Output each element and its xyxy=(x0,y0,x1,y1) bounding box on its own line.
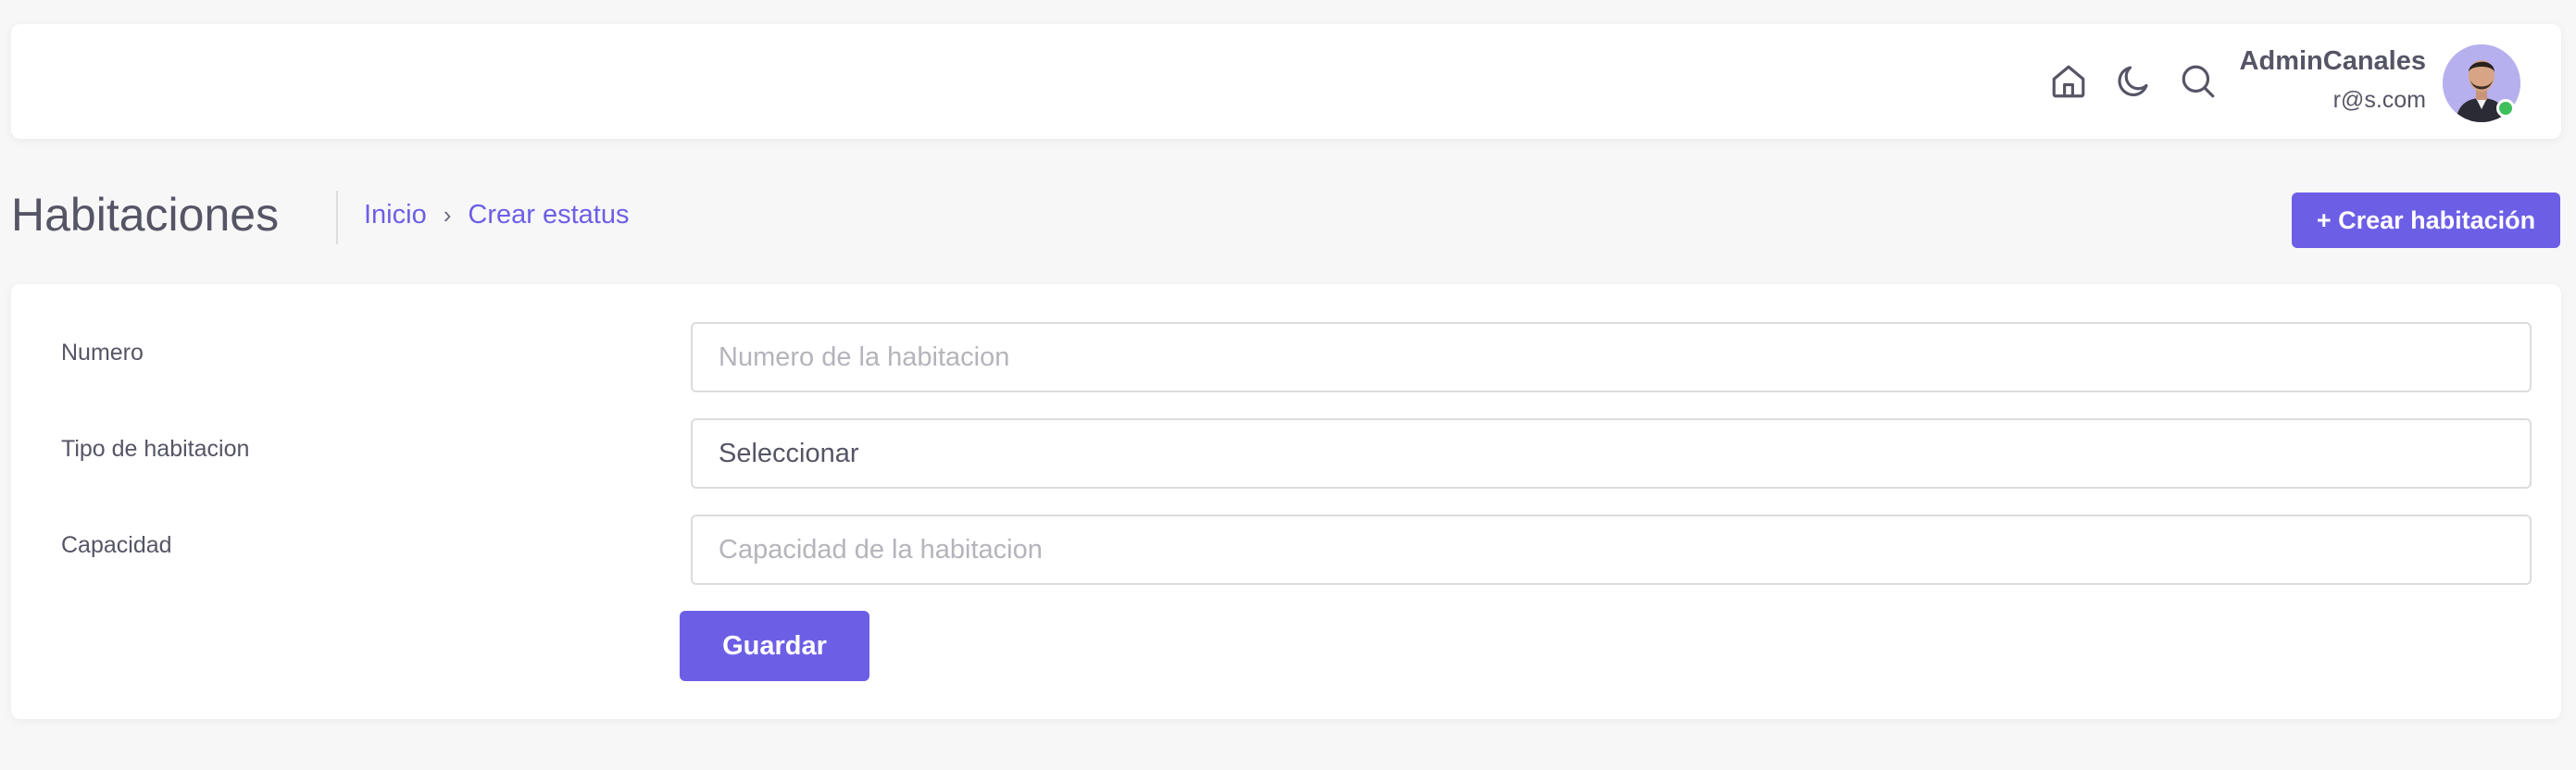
capacidad-input[interactable] xyxy=(691,515,2532,585)
user-email: r@s.com xyxy=(2332,87,2426,113)
numero-label: Numero xyxy=(61,340,144,366)
breadcrumb-home-link[interactable]: Inicio xyxy=(364,200,427,230)
page-title: Habitaciones xyxy=(11,189,280,241)
chevron-right-icon: › xyxy=(443,201,452,229)
form-card: Numero Tipo de habitacion Seleccionar Ca… xyxy=(11,284,2561,719)
save-button[interactable]: Guardar xyxy=(680,611,869,681)
title-divider xyxy=(336,191,338,244)
breadcrumb: Inicio › Crear estatus xyxy=(364,200,629,230)
tipo-habitacion-select[interactable]: Seleccionar xyxy=(691,418,2532,489)
moon-icon[interactable] xyxy=(2113,61,2154,102)
tipo-habitacion-label: Tipo de habitacion xyxy=(61,436,250,462)
numero-input[interactable] xyxy=(691,322,2532,392)
home-icon[interactable] xyxy=(2048,61,2089,102)
create-room-button[interactable]: + Crear habitación xyxy=(2292,192,2560,248)
online-status-dot xyxy=(2496,99,2515,118)
capacidad-label: Capacidad xyxy=(61,532,172,558)
top-navbar xyxy=(11,24,2561,139)
tipo-habitacion-selected: Seleccionar xyxy=(719,438,859,468)
user-name: AdminCanales xyxy=(2239,46,2426,76)
search-icon[interactable] xyxy=(2178,61,2219,102)
breadcrumb-current[interactable]: Crear estatus xyxy=(468,200,629,230)
